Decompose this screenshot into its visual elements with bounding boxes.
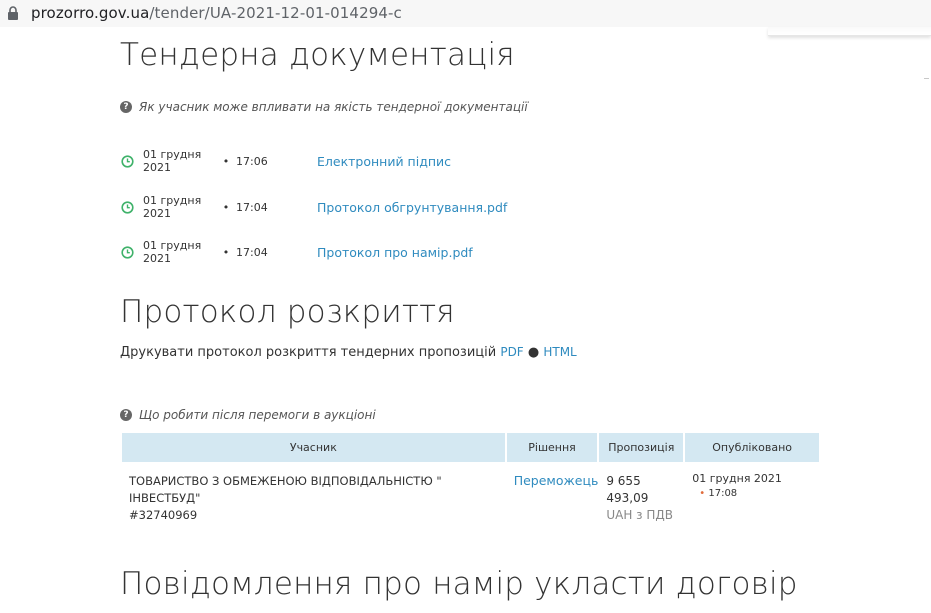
tender-docs-title: Тендерна документація [120,37,515,73]
column-header-decision: Рішення [505,433,600,462]
participant-name-line2: ІНВЕСТБУД" [129,491,201,505]
auction-hint[interactable]: ? Що робити після перемоги в аукціоні [120,408,376,422]
separator-dot: • [699,488,706,499]
popup-edge [768,27,931,36]
offer-amount-line1: 9 655 [606,474,641,488]
decision-cell: Переможець [506,462,599,524]
document-row: 01 грудня 2021 • 17:04 Протокол обгрунту… [121,194,507,220]
clock-icon [121,200,134,214]
document-time: 17:04 [236,245,268,259]
separator-dot: • [222,154,230,168]
print-protocol-text: Друкувати протокол розкриття тендерних п… [120,345,497,360]
column-header-participant: Учасник [122,433,507,462]
participant-cell: ТОВАРИСТВО З ОБМЕЖЕНОЮ ВІДПОВІДАЛЬНІСТЮ … [122,462,506,524]
tender-docs-hint-text: Як учасник може впливати на якість тенде… [139,100,528,114]
url-text[interactable]: prozorro.gov.ua/tender/UA-2021-12-01-014… [31,4,402,22]
document-link[interactable]: Протокол про намір.pdf [317,245,473,260]
clock-icon [121,154,134,168]
table-header-row: Учасник Рішення Пропозиція Опубліковано [122,433,819,462]
document-time: 17:04 [236,200,268,214]
notice-title: Повідомлення про намір укласти договір [120,566,798,602]
decision-link[interactable]: Переможець [514,473,599,488]
document-link[interactable]: Електронний підпис [317,154,451,169]
offer-currency: UAH з ПДВ [606,508,673,522]
pdf-link[interactable]: PDF [500,345,523,359]
document-date: 01 грудня 2021 [143,194,202,220]
participant-name-line1: ТОВАРИСТВО З ОБМЕЖЕНОЮ ВІДПОВІДАЛЬНІСТЮ … [129,474,442,488]
separator-dot: • [222,245,230,259]
document-row: 01 грудня 2021 • 17:04 Протокол про намі… [121,239,473,265]
clock-icon [121,245,134,259]
separator-dot: ● [527,345,540,360]
table-row: ТОВАРИСТВО З ОБМЕЖЕНОЮ ВІДПОВІДАЛЬНІСТЮ … [122,462,819,524]
published-cell: 01 грудня 2021 • 17:08 [684,462,819,524]
lock-icon [8,6,18,20]
auction-hint-text: Що робити після перемоги в аукціоні [139,408,376,422]
published-time: 17:08 [708,488,738,499]
tender-docs-hint[interactable]: ? Як учасник може впливати на якість тен… [120,100,528,114]
opening-protocol-title: Протокол розкриття [120,294,455,330]
document-date: 01 грудня 2021 [143,239,202,265]
address-bar[interactable]: prozorro.gov.ua/tender/UA-2021-12-01-014… [0,0,931,27]
question-icon: ? [120,409,132,421]
published-date: 01 грудня 2021 [692,472,782,485]
offer-amount-line2: 493,09 [606,491,649,505]
document-date: 01 грудня 2021 [143,148,202,174]
html-link[interactable]: HTML [543,345,576,359]
url-path: /tender/UA-2021-12-01-014294-c [149,4,402,22]
offer-cell: 9 655 493,09 UAH з ПДВ [598,462,684,524]
url-host: prozorro.gov.ua [31,4,150,22]
separator-dot: • [222,200,230,214]
document-time: 17:06 [236,154,268,168]
column-header-published: Опубліковано [684,433,819,462]
scroll-marker [924,78,929,79]
column-header-offer: Пропозиція [598,433,686,462]
results-table: Учасник Рішення Пропозиція Опубліковано … [122,433,819,524]
document-link[interactable]: Протокол обгрунтування.pdf [317,200,507,215]
print-protocol-line: Друкувати протокол розкриття тендерних п… [120,345,577,360]
question-icon: ? [120,101,132,113]
participant-id: #32740969 [129,508,198,522]
document-row: 01 грудня 2021 • 17:06 Електронний підпи… [121,148,451,174]
